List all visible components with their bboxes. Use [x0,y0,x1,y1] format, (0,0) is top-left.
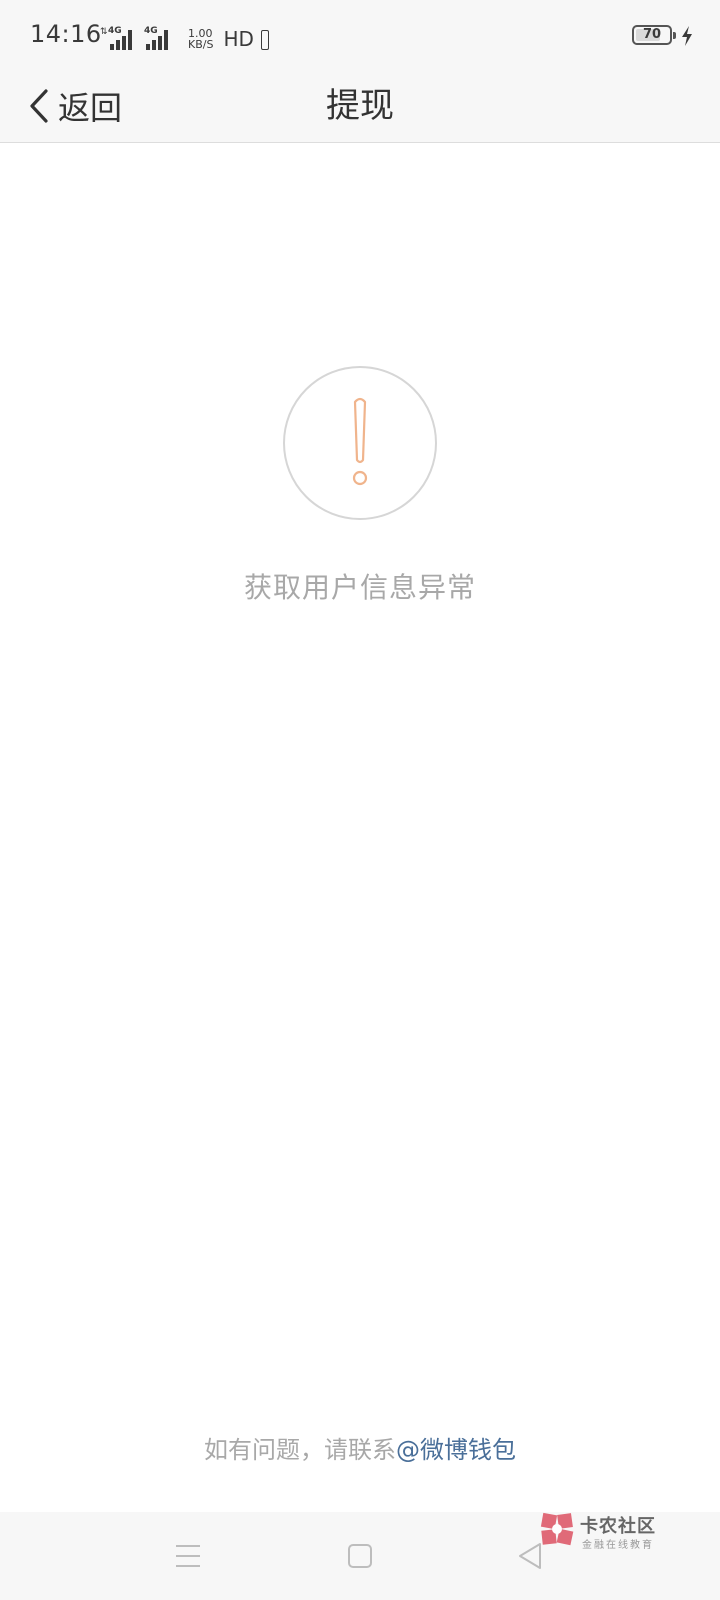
back-label: 返回 [58,89,123,127]
square-icon [348,1544,372,1568]
status-icons: 4G ⇅ 4G 1.00 KB/S HD [100,22,269,50]
watermark: 卡农社区 金融在线教育 [540,1510,670,1554]
watermark-subtitle: 金融在线教育 [582,1540,654,1551]
menu-button[interactable] [148,1512,228,1600]
exclamation-icon [352,397,368,486]
help-text: 如有问题，请联系 [204,1436,396,1464]
lightning-icon [682,26,692,46]
sim-icon [260,30,269,50]
help-line: 如有问题，请联系@微博钱包 [0,1430,720,1465]
alert-circle [283,366,437,520]
chevron-left-icon [30,89,48,123]
network-speed: 1.00 KB/S [188,28,213,50]
hd-label: HD [223,27,254,51]
error-message: 获取用户信息异常 [243,571,476,604]
signal-icon: 4G ⇅ [100,26,138,50]
kanong-logo-icon [540,1512,574,1546]
status-bar: 14:16 4G ⇅ 4G 1.00 KB/S HD 70 [0,0,720,70]
data-arrows-icon: ⇅ [100,27,108,37]
weibo-wallet-link[interactable]: @微博钱包 [396,1436,516,1464]
net-speed-unit: KB/S [188,38,214,51]
home-button[interactable] [320,1512,400,1600]
signal-label-2: 4G [144,26,158,36]
back-button[interactable]: 返回 [26,80,122,132]
signal-icon-2: 4G [144,26,176,50]
signal-label: 4G [108,26,122,36]
screen: 14:16 4G ⇅ 4G 1.00 KB/S HD 70 返回 提现 获取用户… [0,0,720,1600]
battery-level: 70 [642,27,662,42]
status-time: 14:16 [30,20,102,48]
nav-bar: 返回 提现 [0,70,720,143]
menu-icon [176,1545,200,1567]
watermark-title: 卡农社区 [580,1516,656,1537]
battery-icon: 70 [632,25,676,45]
